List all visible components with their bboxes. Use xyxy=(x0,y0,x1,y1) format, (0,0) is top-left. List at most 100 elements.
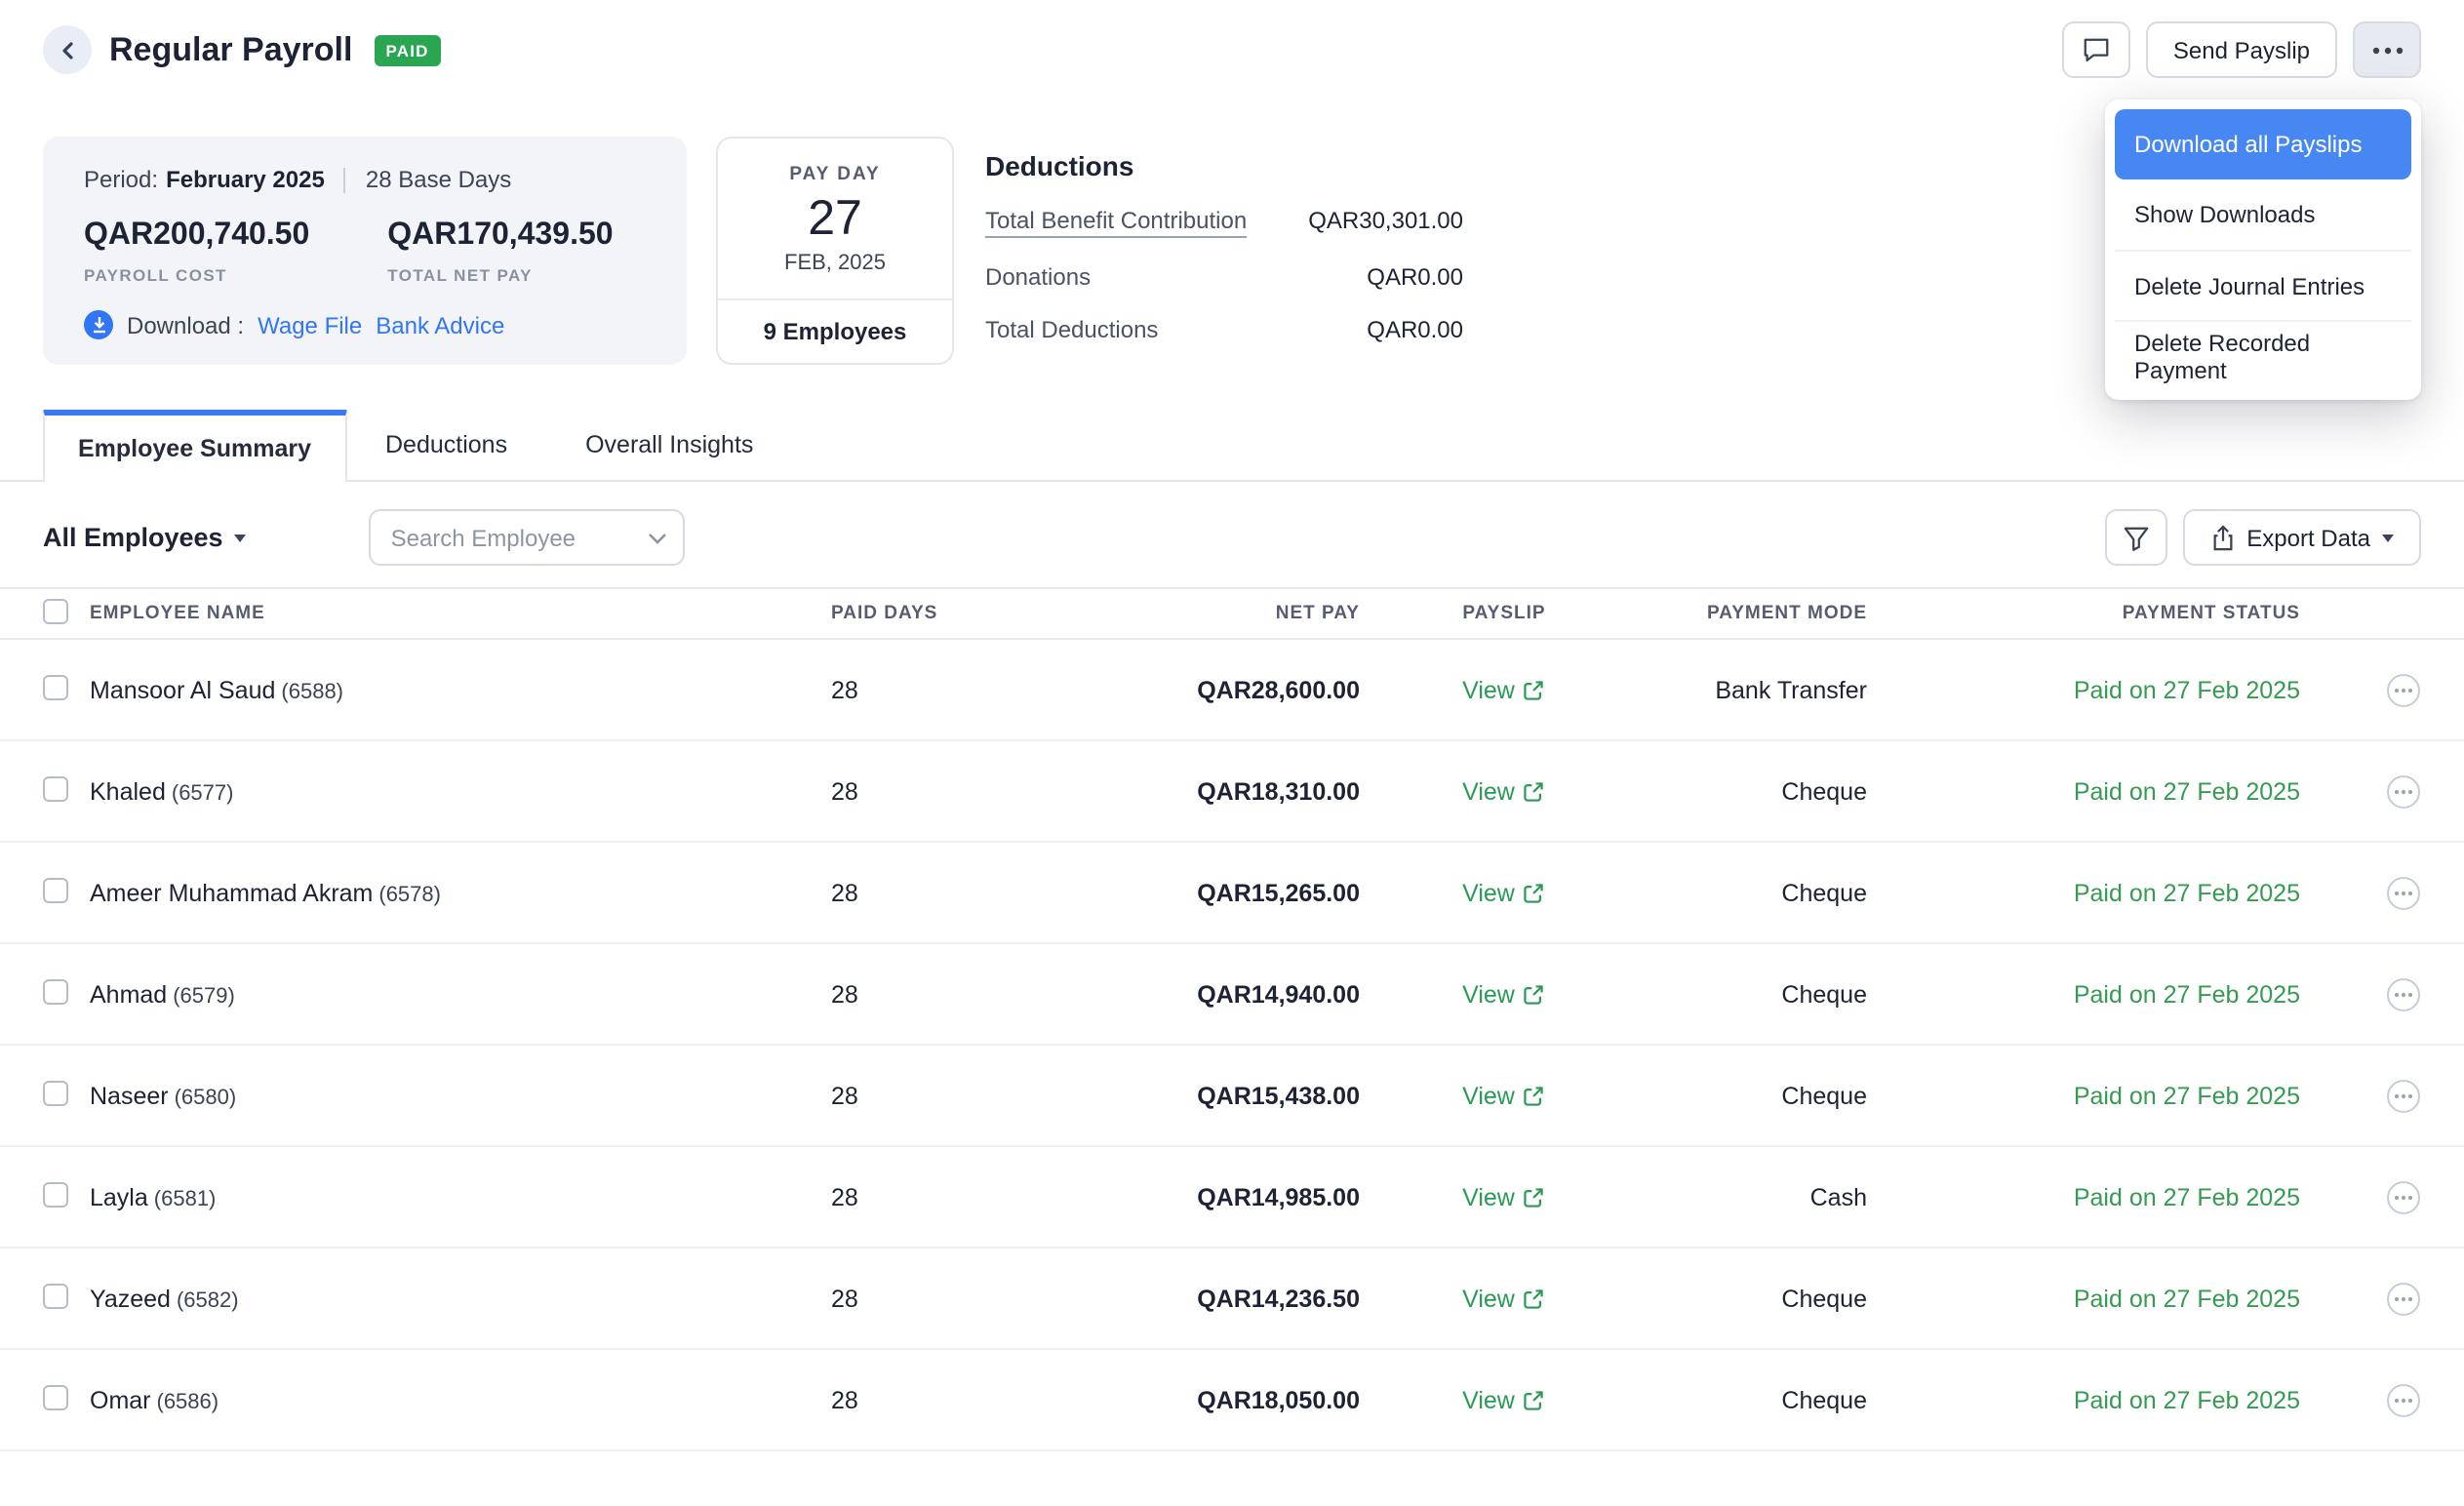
export-data-button[interactable]: Export Data xyxy=(2182,509,2421,566)
net-pay-cell: QAR15,438.00 xyxy=(1034,1082,1360,1109)
view-payslip-link[interactable]: View xyxy=(1462,777,1546,805)
employee-name: Khaled xyxy=(90,777,166,805)
employee-name-cell: Naseer(6580) xyxy=(90,1082,831,1109)
employee-name-cell: Omar(6586) xyxy=(90,1386,831,1413)
comments-button[interactable] xyxy=(2062,21,2130,78)
row-checkbox[interactable] xyxy=(43,877,68,902)
payroll-summary-card: Period: February 2025 28 Base Days QAR20… xyxy=(43,137,687,365)
menu-item-delete-journal-entries[interactable]: Delete Journal Entries xyxy=(2115,250,2411,320)
row-actions-button[interactable] xyxy=(2386,1382,2421,1417)
row-actions-button[interactable] xyxy=(2386,773,2421,809)
tab-deductions[interactable]: Deductions xyxy=(346,410,546,480)
external-link-icon xyxy=(1523,678,1546,701)
ellipsis-circle-icon xyxy=(2386,773,2421,809)
tab-employee-summary[interactable]: Employee Summary xyxy=(43,410,346,482)
payment-mode-cell: Cheque xyxy=(1649,1285,1867,1312)
row-checkbox[interactable] xyxy=(43,674,68,699)
view-payslip-link[interactable]: View xyxy=(1462,1285,1546,1312)
summary-section: Period: February 2025 28 Base Days QAR20… xyxy=(0,137,2464,365)
employee-id: (6581) xyxy=(154,1187,217,1210)
employee-name: Ameer Muhammad Akram xyxy=(90,879,373,906)
row-actions-button[interactable] xyxy=(2386,1179,2421,1214)
header-payslip: PAYSLIP xyxy=(1360,603,1649,624)
more-actions-button[interactable] xyxy=(2353,21,2421,78)
payment-status-cell: Paid on 27 Feb 2025 xyxy=(1867,777,2300,805)
tab-bar: Employee Summary Deductions Overall Insi… xyxy=(0,410,2464,482)
deduction-label: Donations xyxy=(985,263,1091,291)
external-link-icon xyxy=(1523,1388,1546,1411)
employee-id: (6586) xyxy=(157,1390,219,1413)
menu-item-download-all-payslips[interactable]: Download all Payslips xyxy=(2115,109,2411,179)
view-payslip-link[interactable]: View xyxy=(1462,1183,1546,1210)
table-row: Ahmad(6579) 28 QAR14,940.00 View Cheque … xyxy=(0,944,2464,1046)
row-checkbox[interactable] xyxy=(43,775,68,801)
payment-status-cell: Paid on 27 Feb 2025 xyxy=(1867,676,2300,703)
external-link-icon xyxy=(1523,982,1546,1006)
external-link-icon xyxy=(1523,779,1546,803)
header-payment-mode: PAYMENT MODE xyxy=(1649,603,1867,624)
view-payslip-link[interactable]: View xyxy=(1462,1386,1546,1413)
period-label: Period: xyxy=(84,166,158,193)
row-checkbox[interactable] xyxy=(43,1384,68,1409)
payment-mode-cell: Cheque xyxy=(1649,980,1867,1008)
payday-day: 27 xyxy=(808,191,862,248)
row-actions-button[interactable] xyxy=(2386,672,2421,707)
ellipsis-circle-icon xyxy=(2386,1078,2421,1113)
page-title: Regular Payroll xyxy=(109,30,352,69)
employee-name: Ahmad xyxy=(90,980,167,1008)
net-pay-cell: QAR14,940.00 xyxy=(1034,980,1360,1008)
chevron-down-icon xyxy=(649,533,668,544)
chevron-left-icon xyxy=(56,38,79,61)
net-pay-cell: QAR18,050.00 xyxy=(1034,1386,1360,1413)
send-payslip-label: Send Payslip xyxy=(2173,36,2310,63)
external-link-icon xyxy=(1523,881,1546,904)
funnel-icon xyxy=(2122,524,2149,551)
employee-name: Mansoor Al Saud xyxy=(90,676,275,703)
deduction-row: Total Benefit Contribution QAR30,301.00 xyxy=(985,207,1463,238)
menu-item-delete-recorded-payment[interactable]: Delete Recorded Payment xyxy=(2115,320,2411,390)
deduction-row: Total Deductions QAR0.00 xyxy=(985,316,1463,343)
chevron-down-icon xyxy=(235,534,247,541)
header-employee-name: EMPLOYEE NAME xyxy=(90,603,831,624)
row-checkbox[interactable] xyxy=(43,1283,68,1308)
row-actions-button[interactable] xyxy=(2386,976,2421,1011)
payroll-cost-value: QAR200,740.50 xyxy=(84,218,309,254)
table-row: Layla(6581) 28 QAR14,985.00 View Cash Pa… xyxy=(0,1147,2464,1248)
view-payslip-link[interactable]: View xyxy=(1462,980,1546,1008)
row-actions-button[interactable] xyxy=(2386,875,2421,910)
employee-filter-label: All Employees xyxy=(43,523,223,552)
net-pay-cell: QAR18,310.00 xyxy=(1034,777,1360,805)
view-payslip-link[interactable]: View xyxy=(1462,879,1546,906)
send-payslip-button[interactable]: Send Payslip xyxy=(2146,21,2337,78)
employee-filter-dropdown[interactable]: All Employees xyxy=(43,523,247,552)
wage-file-link[interactable]: Wage File xyxy=(258,311,362,338)
menu-item-show-downloads[interactable]: Show Downloads xyxy=(2115,179,2411,250)
payment-status-cell: Paid on 27 Feb 2025 xyxy=(1867,1285,2300,1312)
bank-advice-link[interactable]: Bank Advice xyxy=(376,311,504,338)
top-bar: Regular Payroll PAID Send Payslip xyxy=(0,0,2464,98)
view-payslip-link[interactable]: View xyxy=(1462,1082,1546,1109)
net-pay-cell: QAR14,985.00 xyxy=(1034,1183,1360,1210)
row-actions-button[interactable] xyxy=(2386,1281,2421,1316)
view-payslip-link[interactable]: View xyxy=(1462,676,1546,703)
paid-days-cell: 28 xyxy=(831,1183,1034,1210)
row-actions-button[interactable] xyxy=(2386,1078,2421,1113)
select-all-checkbox[interactable] xyxy=(43,598,68,623)
total-net-pay-value: QAR170,439.50 xyxy=(387,218,613,254)
divider xyxy=(344,167,346,192)
tab-overall-insights[interactable]: Overall Insights xyxy=(546,410,792,480)
table-row: Omar(6586) 28 QAR18,050.00 View Cheque P… xyxy=(0,1350,2464,1451)
deduction-label: Total Benefit Contribution xyxy=(985,207,1247,238)
filter-button[interactable] xyxy=(2104,509,2166,566)
net-pay-cell: QAR15,265.00 xyxy=(1034,879,1360,906)
row-checkbox[interactable] xyxy=(43,1181,68,1207)
employee-name: Yazeed xyxy=(90,1285,171,1312)
back-button[interactable] xyxy=(43,25,92,74)
payday-date: FEB, 2025 xyxy=(784,252,886,275)
row-checkbox[interactable] xyxy=(43,978,68,1004)
total-net-pay-label: TOTAL NET PAY xyxy=(387,265,613,285)
ellipsis-circle-icon xyxy=(2386,1382,2421,1417)
row-checkbox[interactable] xyxy=(43,1080,68,1105)
search-employee-input[interactable] xyxy=(370,509,686,566)
payment-status-cell: Paid on 27 Feb 2025 xyxy=(1867,1183,2300,1210)
